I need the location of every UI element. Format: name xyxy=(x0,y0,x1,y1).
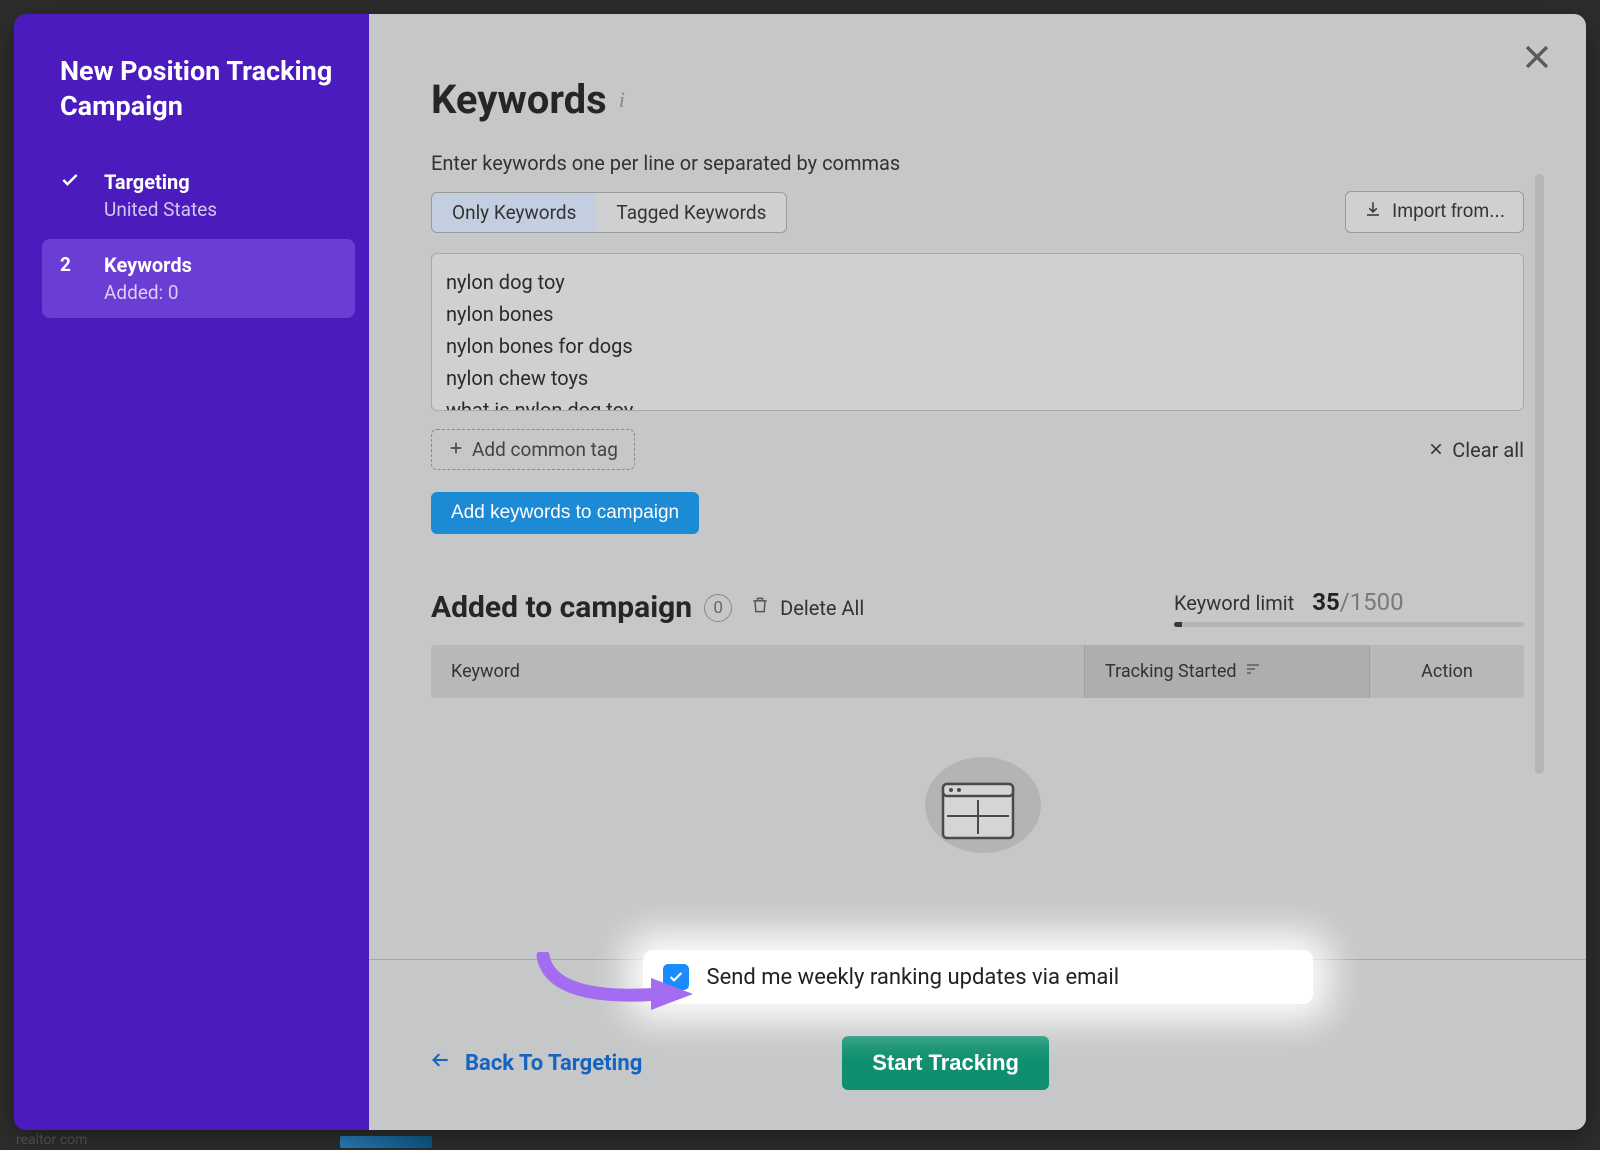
limit-progress xyxy=(1174,622,1524,627)
delete-all-button[interactable]: Delete All xyxy=(750,595,864,620)
clear-all-button[interactable]: Clear all xyxy=(1428,438,1524,462)
modal-footer: Send me weekly ranking updates via email… xyxy=(369,959,1586,1130)
keyword-mode-tabs: Only Keywords Tagged Keywords xyxy=(431,192,787,233)
check-icon xyxy=(60,170,80,195)
add-keywords-button[interactable]: Add keywords to campaign xyxy=(431,492,699,534)
limit-total: 1500 xyxy=(1350,588,1404,616)
import-label: Import from... xyxy=(1392,201,1505,223)
wizard-sidebar: New Position Tracking Campaign Targeting… xyxy=(14,14,369,1130)
back-label: Back To Targeting xyxy=(465,1051,642,1076)
info-icon[interactable]: i xyxy=(619,87,625,113)
wizard-title: New Position Tracking Campaign xyxy=(42,54,355,124)
background-text: realtor com xyxy=(16,1132,87,1148)
col-tracking-started[interactable]: Tracking Started xyxy=(1084,645,1369,698)
email-updates-row: Send me weekly ranking updates via email xyxy=(643,950,1313,1004)
keyword-limit-box: Keyword limit 35 / 1500 xyxy=(1174,588,1524,627)
close-icon xyxy=(1428,438,1444,462)
tab-tagged-keywords[interactable]: Tagged Keywords xyxy=(596,193,786,232)
plus-icon xyxy=(448,438,464,461)
download-icon xyxy=(1364,200,1382,224)
back-to-targeting-link[interactable]: Back To Targeting xyxy=(431,1050,642,1076)
tab-only-keywords[interactable]: Only Keywords xyxy=(431,192,597,233)
step-number: 2 xyxy=(60,253,80,276)
main-panel: Keywords i Enter keywords one per line o… xyxy=(369,14,1586,1130)
instructions-text: Enter keywords one per line or separated… xyxy=(431,151,1524,175)
close-button[interactable] xyxy=(1520,40,1554,74)
campaign-title-text: Added to campaign xyxy=(431,590,692,625)
background-thumbnail xyxy=(340,1136,432,1148)
step-label: Targeting xyxy=(104,170,337,194)
email-updates-label: Send me weekly ranking updates via email xyxy=(707,965,1120,990)
step-label: Keywords xyxy=(104,253,337,277)
limit-label: Keyword limit xyxy=(1174,591,1294,615)
trash-icon xyxy=(750,595,770,620)
limit-used: 35 xyxy=(1312,588,1340,616)
col-tracking-label: Tracking Started xyxy=(1105,661,1237,682)
add-tag-label: Add common tag xyxy=(472,438,618,461)
campaign-modal: New Position Tracking Campaign Targeting… xyxy=(14,14,1586,1130)
limit-sep: / xyxy=(1340,588,1350,616)
import-button[interactable]: Import from... xyxy=(1345,191,1524,233)
delete-all-label: Delete All xyxy=(780,596,864,620)
limit-progress-fill xyxy=(1174,622,1182,627)
callout-arrow xyxy=(531,952,731,1024)
step-keywords[interactable]: 2 Keywords Added: 0 xyxy=(42,239,355,318)
clear-all-label: Clear all xyxy=(1452,438,1524,462)
col-keyword[interactable]: Keyword xyxy=(431,645,1084,698)
campaign-count-badge: 0 xyxy=(704,594,732,622)
page-title: Keywords xyxy=(431,76,607,123)
added-to-campaign-heading: Added to campaign 0 xyxy=(431,590,732,625)
scrollbar[interactable] xyxy=(1535,174,1544,774)
step-sublabel: Added: 0 xyxy=(104,281,337,304)
start-tracking-button[interactable]: Start Tracking xyxy=(842,1036,1049,1090)
keywords-table-header: Keyword Tracking Started Action xyxy=(431,645,1524,698)
arrow-left-icon xyxy=(431,1050,451,1076)
content-area: Keywords i Enter keywords one per line o… xyxy=(369,14,1586,959)
step-sublabel: United States xyxy=(104,198,337,221)
empty-state-illustration xyxy=(431,698,1524,950)
col-action: Action xyxy=(1369,645,1524,698)
keywords-input[interactable] xyxy=(431,253,1524,411)
step-targeting[interactable]: Targeting United States xyxy=(42,156,355,235)
add-common-tag-button[interactable]: Add common tag xyxy=(431,429,635,470)
sort-icon xyxy=(1245,661,1261,682)
